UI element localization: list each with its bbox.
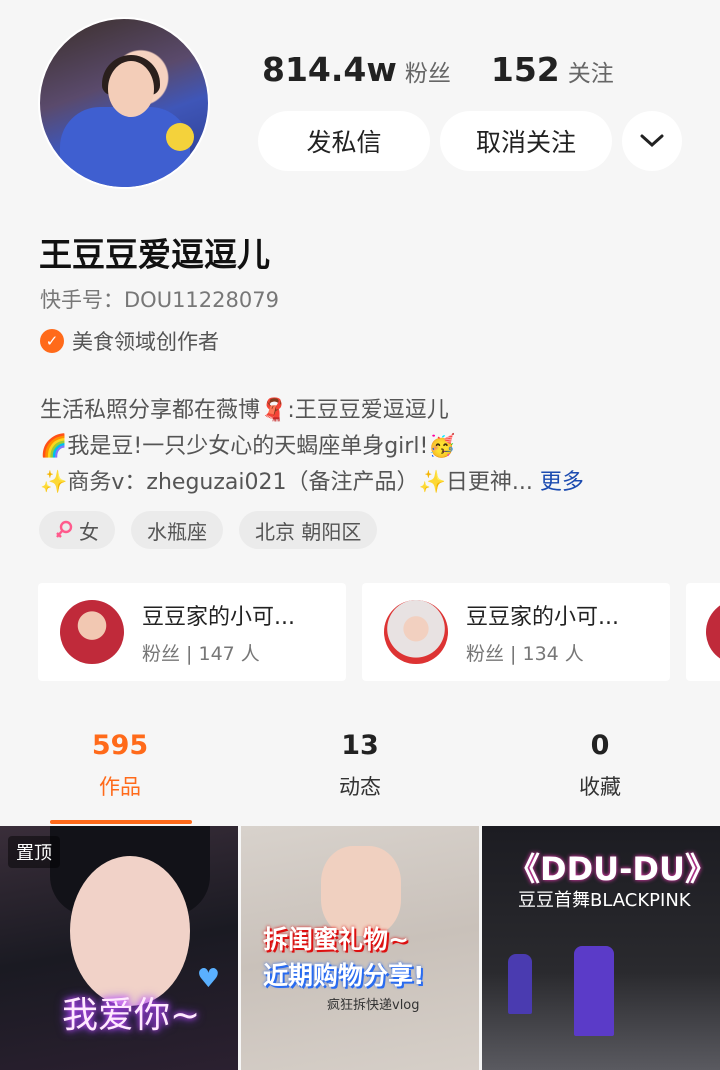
- fan-group-avatar: [706, 600, 720, 664]
- profile-tags: 女 水瓶座 北京 朝阳区: [39, 511, 378, 549]
- bio-line: 生活私照分享都在薇博🧣:王豆豆爱逗逗儿: [40, 398, 449, 423]
- bio-line-with-more: ✨商务v：zheguzai021（备注产品）✨日更神... 更多: [40, 465, 680, 501]
- fan-group-members: 粉丝 | 134 人: [466, 642, 584, 665]
- video-thumbnail[interactable]: 《DDU-DU》 豆豆首舞BLACKPINK: [482, 826, 720, 1070]
- avatar-face: [108, 61, 154, 117]
- video-subtitle: 豆豆首舞BLACKPINK: [518, 890, 691, 911]
- video-subtitle: 疯狂拆快递vlog: [327, 998, 420, 1013]
- fan-group-card[interactable]: 豆豆家的小可... 粉丝 | 147 人: [38, 583, 346, 681]
- tab-label: 收藏: [579, 775, 621, 799]
- unfollow-button[interactable]: 取消关注: [440, 111, 612, 171]
- heart-icon: ♥: [196, 964, 220, 994]
- tab-label: 作品: [99, 775, 141, 799]
- certification-label: 美食领域创作者: [72, 330, 219, 354]
- tab-count: 13: [341, 730, 379, 761]
- bio-line: ✨商务v：zheguzai021（备注产品）✨日更神...: [40, 470, 533, 495]
- bio-line: 🌈我是豆!一只少女心的天蝎座单身girl!🥳: [40, 434, 456, 459]
- tab-count: 0: [590, 730, 610, 761]
- fan-group-avatar: [60, 600, 124, 664]
- profile-stats: 814.4w 粉丝 152 关注: [262, 50, 614, 89]
- thumbnail-face: [70, 856, 190, 1006]
- tab-works[interactable]: 595 作品: [0, 730, 240, 801]
- thumbnail-dancer: [508, 954, 532, 1014]
- female-icon: [56, 520, 73, 538]
- video-title-line: 近期购物分享!: [263, 961, 425, 990]
- zodiac-tag: 水瓶座: [131, 511, 223, 549]
- gender-label: 女: [79, 519, 99, 544]
- fan-group-card[interactable]: 豆豆家的小可... 粉丝 | 134 人: [362, 583, 670, 681]
- tab-favorites[interactable]: 0 收藏: [480, 730, 720, 801]
- pinned-badge: 置顶: [8, 836, 60, 868]
- gender-tag: 女: [39, 511, 115, 549]
- profile-avatar[interactable]: [38, 17, 210, 189]
- certification-badge[interactable]: ✓ 美食领域创作者: [40, 326, 219, 356]
- fan-group-name: 豆豆家的小可...: [466, 604, 619, 630]
- followers-stat[interactable]: 814.4w 粉丝: [262, 50, 451, 89]
- message-button[interactable]: 发私信: [258, 111, 430, 171]
- video-thumbnail[interactable]: 拆闺蜜礼物~ 近期购物分享! 疯狂拆快递vlog: [241, 826, 479, 1070]
- fan-group-cards: 豆豆家的小可... 粉丝 | 147 人 豆豆家的小可... 粉丝 | 134 …: [38, 583, 720, 681]
- kuaishou-id: 快手号：DOU11228079: [40, 288, 279, 312]
- fan-group-avatar: [384, 600, 448, 664]
- video-grid: 置顶 我爱你~ ♥ 拆闺蜜礼物~ 近期购物分享! 疯狂拆快递vlog 《DDU-…: [0, 826, 720, 1070]
- thumbnail-dancer: [574, 946, 614, 1036]
- checkmark-icon: ✓: [40, 329, 64, 353]
- following-stat[interactable]: 152 关注: [491, 50, 614, 89]
- tab-count: 595: [91, 730, 149, 761]
- video-title-line: 拆闺蜜礼物~: [263, 925, 409, 954]
- fan-group-members: 粉丝 | 147 人: [142, 642, 260, 665]
- location-tag: 北京 朝阳区: [239, 511, 378, 549]
- avatar-smiley: [166, 123, 194, 151]
- active-tab-indicator: [50, 820, 192, 824]
- video-title: 拆闺蜜礼物~ 近期购物分享!: [263, 922, 424, 994]
- more-options-button[interactable]: [622, 111, 682, 171]
- video-thumbnail[interactable]: 置顶 我爱你~ ♥: [0, 826, 238, 1070]
- video-title: 《DDU-DU》: [508, 850, 717, 888]
- profile-name: 王豆豆爱逗逗儿: [39, 235, 270, 274]
- following-label: 关注: [567, 61, 614, 87]
- bio-more-link[interactable]: 更多: [540, 470, 584, 495]
- fan-group-name: 豆豆家的小可...: [142, 604, 295, 630]
- profile-bio: 生活私照分享都在薇博🧣:王豆豆爱逗逗儿 🌈我是豆!一只少女心的天蝎座单身girl…: [40, 393, 680, 501]
- followers-count: 814.4w: [262, 50, 397, 89]
- tab-label: 动态: [339, 775, 381, 799]
- following-count: 152: [490, 50, 560, 89]
- chevron-down-icon: [640, 134, 664, 148]
- followers-label: 粉丝: [404, 61, 451, 87]
- video-overlay-text: 我爱你~: [62, 995, 201, 1036]
- tab-moments[interactable]: 13 动态: [240, 730, 480, 801]
- fan-group-card-partial[interactable]: [686, 583, 720, 681]
- content-tabs: 595 作品 13 动态 0 收藏: [0, 730, 720, 801]
